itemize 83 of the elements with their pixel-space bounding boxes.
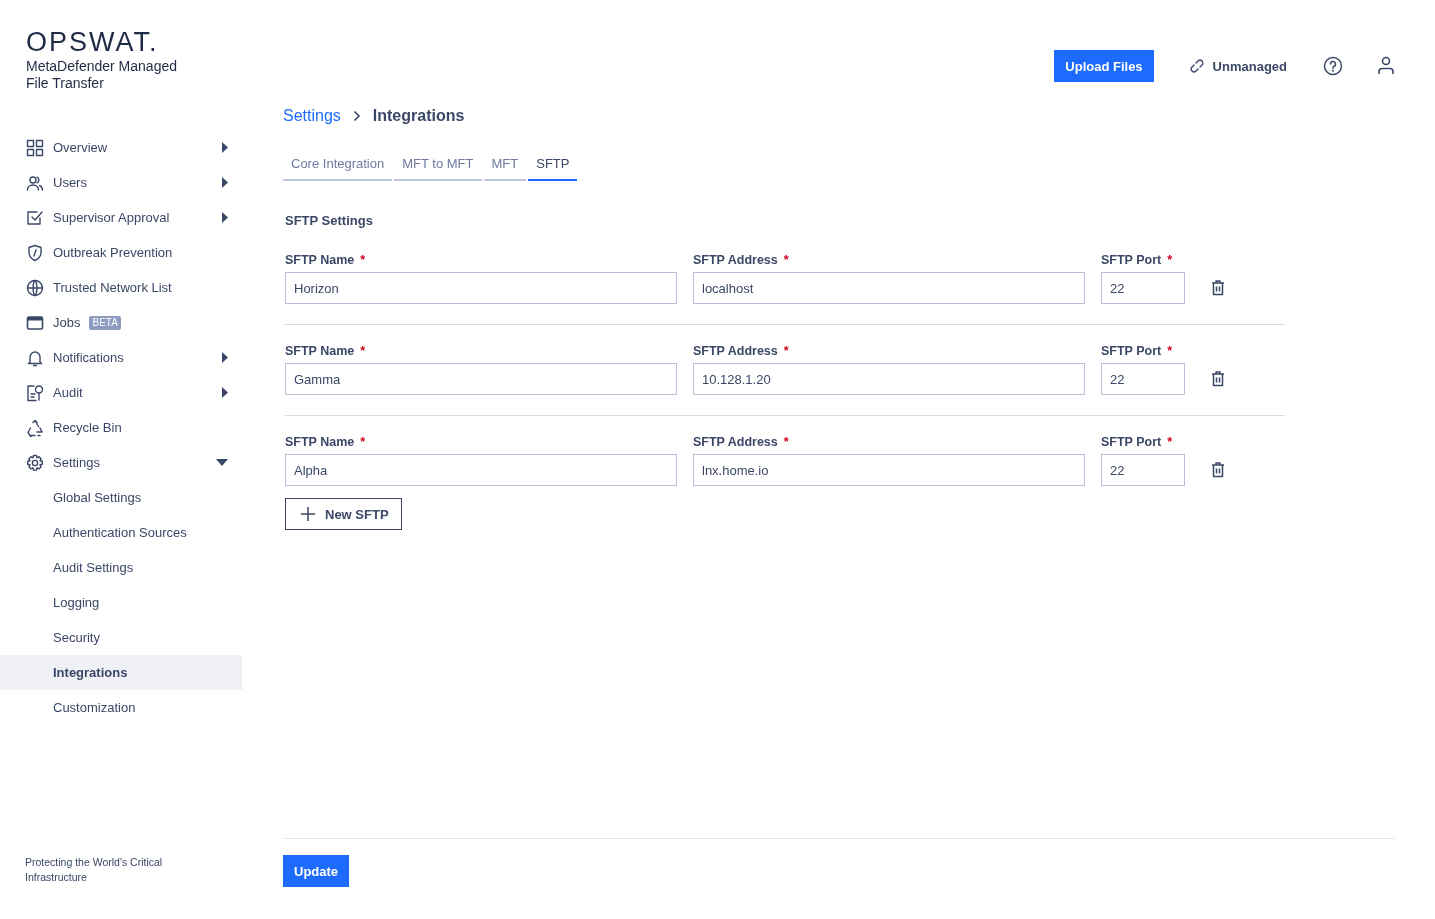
sidebar-item[interactable]: Settings — [0, 445, 242, 480]
unmanaged-link[interactable]: Unmanaged — [1189, 58, 1287, 74]
sidebar-item-label: Jobs — [53, 315, 81, 330]
breadcrumb-current: Integrations — [372, 107, 465, 125]
sidebar-subitem[interactable]: Audit Settings — [0, 550, 242, 585]
required-asterisk: * — [783, 435, 789, 449]
sidebar-item[interactable]: Outbreak Prevention — [0, 235, 242, 270]
section-title: SFTP Settings — [285, 213, 374, 228]
sidebar-subitem[interactable]: Security — [0, 620, 242, 655]
sidebar-item[interactable]: Users — [0, 165, 242, 200]
product-name: MetaDefender Managed File Transfer — [26, 58, 178, 92]
input-field[interactable]: 10.128.1.20 — [693, 363, 1085, 395]
sidebar-item-label: Audit — [53, 385, 83, 400]
input-field[interactable]: lnx.home.io — [693, 454, 1085, 486]
input-field[interactable]: 22 — [1101, 454, 1185, 486]
upload-files-button[interactable]: Upload Files — [1054, 50, 1154, 82]
field-label: SFTP Port — [1101, 344, 1162, 358]
bell-icon — [26, 348, 44, 367]
new-sftp-button[interactable]: New SFTP — [285, 498, 402, 530]
sidebar-subitem[interactable]: Authentication Sources — [0, 515, 242, 550]
tagline: Protecting the World's Critical Infrastructure — [25, 855, 164, 885]
sidebar-item-label: Supervisor Approval — [53, 210, 170, 225]
input-field[interactable]: Alpha — [285, 454, 677, 486]
window-icon — [26, 313, 44, 332]
field-label: SFTP Name — [285, 435, 355, 449]
globe-icon — [26, 278, 44, 297]
required-asterisk: * — [360, 344, 366, 358]
required-asterisk: * — [360, 435, 366, 449]
sidebar-item-label: Trusted Network List — [53, 280, 172, 295]
sidebar-item[interactable]: Notifications — [0, 340, 242, 375]
field-label: SFTP Port — [1101, 435, 1162, 449]
input-field[interactable]: 22 — [1101, 363, 1185, 395]
user-icon[interactable] — [1377, 56, 1395, 76]
shield-icon — [26, 243, 44, 262]
field-label: SFTP Address — [693, 253, 778, 267]
required-asterisk: * — [360, 253, 366, 267]
beta-badge: BETA — [89, 315, 121, 330]
input-field[interactable]: 22 — [1101, 272, 1185, 304]
field-label: SFTP Name — [285, 253, 355, 267]
sidebar-item-label: Recycle Bin — [53, 420, 122, 435]
input-field[interactable]: Gamma — [285, 363, 677, 395]
breadcrumb-link[interactable]: Settings — [283, 107, 341, 125]
sidebar-item-label: Settings — [53, 455, 100, 470]
sidebar-item[interactable]: Trusted Network List — [0, 270, 242, 305]
grid-icon — [26, 138, 44, 157]
sidebar-subitem[interactable]: Integrations — [0, 655, 242, 690]
sidebar-item-label: Outbreak Prevention — [53, 245, 173, 260]
required-asterisk: * — [1167, 344, 1173, 358]
sidebar-subitem[interactable]: Customization — [0, 690, 242, 725]
sidebar-item[interactable]: Audit — [0, 375, 242, 410]
plus-icon — [301, 507, 315, 521]
opswat-logo: OPSWAT. — [26, 28, 159, 56]
sidebar-item-label: Overview — [53, 140, 108, 155]
chevron-right-icon — [352, 110, 361, 122]
tab[interactable]: Core Integration — [283, 156, 393, 181]
help-icon[interactable] — [1323, 56, 1343, 76]
required-asterisk: * — [783, 253, 789, 267]
sidebar-item[interactable]: Jobs BETA — [0, 305, 242, 340]
sidebar-item-label: Notifications — [53, 350, 124, 365]
recycle-icon — [26, 418, 44, 437]
tab[interactable]: MFT to MFT — [394, 156, 482, 181]
sidebar-item[interactable]: Supervisor Approval — [0, 200, 242, 235]
audit-icon — [26, 383, 44, 402]
required-asterisk: * — [1167, 435, 1173, 449]
users-icon — [26, 173, 44, 192]
sidebar-item-label: Users — [53, 175, 87, 190]
sidebar-subitem[interactable]: Logging — [0, 585, 242, 620]
tab[interactable]: MFT — [483, 156, 527, 181]
gear-icon — [26, 453, 44, 472]
field-label: SFTP Port — [1101, 253, 1162, 267]
checklist-icon — [26, 208, 44, 227]
update-button[interactable]: Update — [283, 855, 350, 887]
sidebar-subitem[interactable]: Global Settings — [0, 480, 242, 515]
field-label: SFTP Address — [693, 435, 778, 449]
field-label: SFTP Name — [285, 344, 355, 358]
required-asterisk: * — [783, 344, 789, 358]
input-field[interactable]: Horizon — [285, 272, 677, 304]
required-asterisk: * — [1167, 253, 1173, 267]
sidebar-item[interactable]: Overview — [0, 130, 242, 165]
input-field[interactable]: localhost — [693, 272, 1085, 304]
field-label: SFTP Address — [693, 344, 778, 358]
sidebar-item[interactable]: Recycle Bin — [0, 410, 242, 445]
tab[interactable]: SFTP — [528, 156, 578, 181]
